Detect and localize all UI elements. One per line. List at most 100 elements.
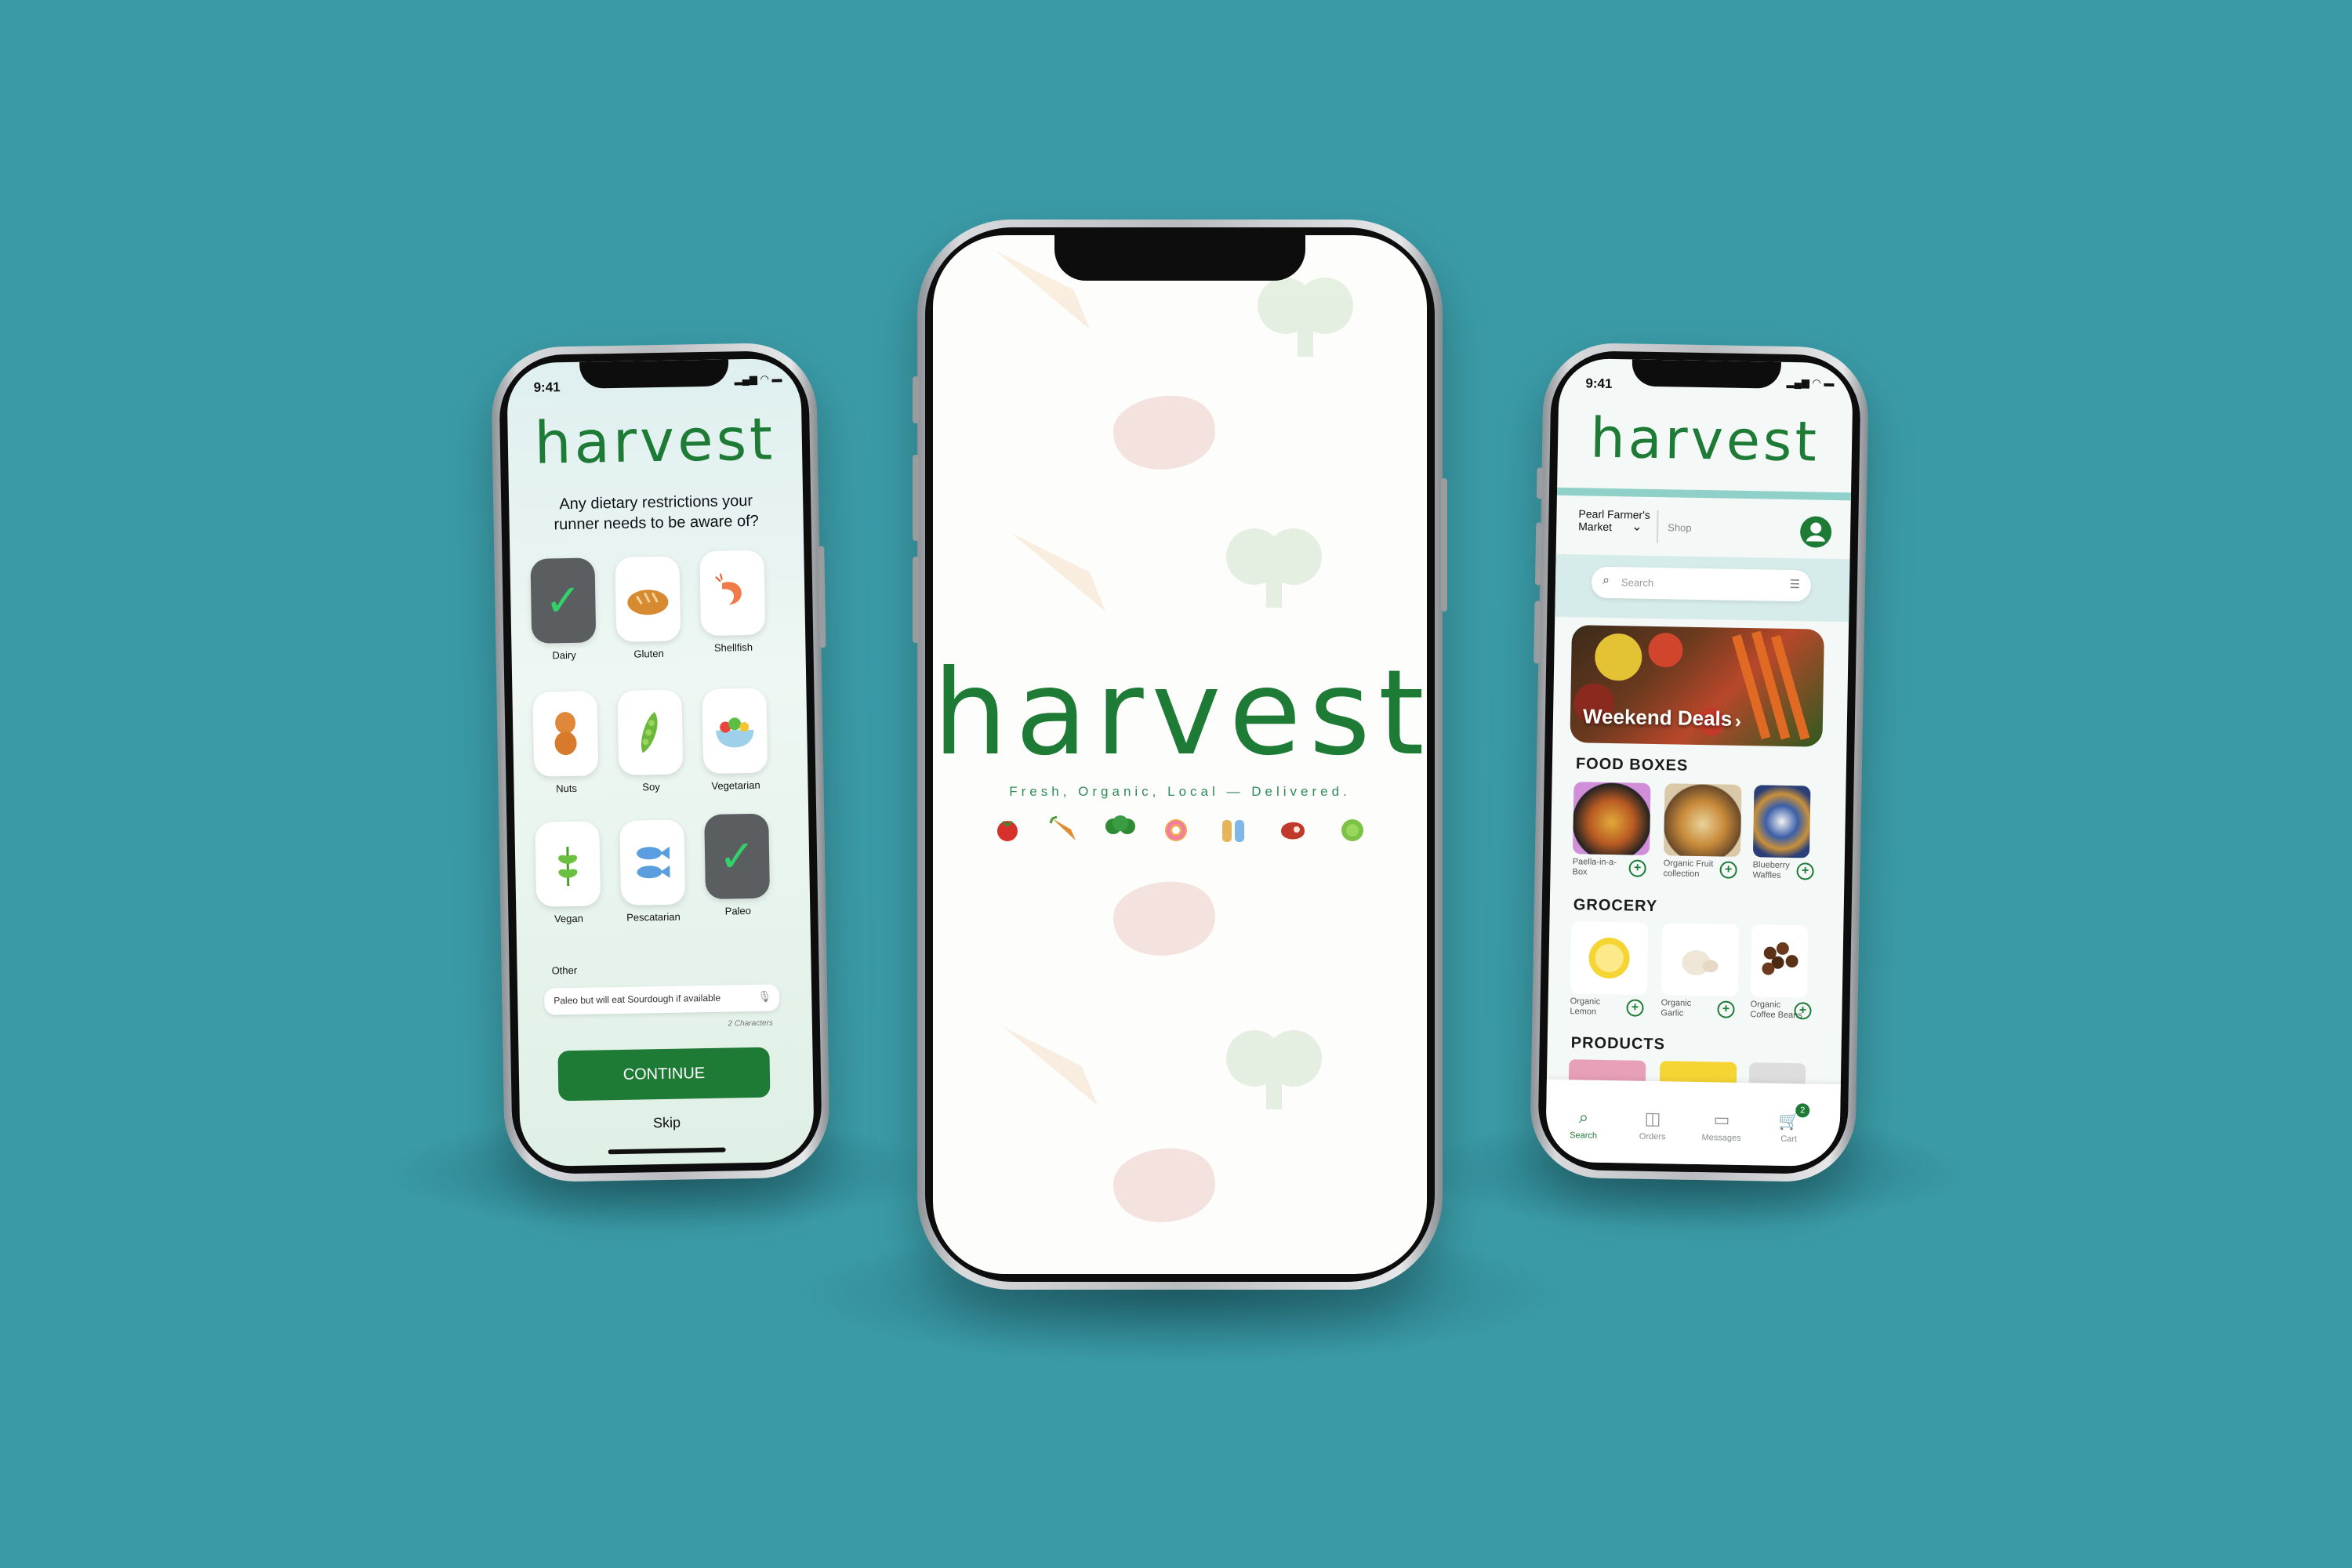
divider bbox=[1656, 510, 1659, 544]
option-label: Pescatarian bbox=[626, 910, 681, 924]
cart-icon: 🛒 bbox=[1778, 1110, 1800, 1131]
peanut-icon bbox=[554, 712, 577, 756]
skip-link[interactable]: Skip bbox=[520, 1112, 814, 1134]
banner-title: Weekend Deals bbox=[1582, 704, 1733, 731]
search-placeholder: Search bbox=[1621, 576, 1654, 589]
carrot-icon bbox=[1049, 815, 1076, 840]
status-time: 9:41 bbox=[533, 379, 561, 395]
leaf-icon bbox=[558, 847, 578, 887]
option-vegetarian[interactable]: Vegetarian bbox=[699, 688, 771, 793]
dietary-screen: 9:41 ▂▄▆ ◠ ▬ harvest Any dietary restric… bbox=[506, 358, 815, 1167]
coffee-beans-image bbox=[1750, 924, 1809, 998]
tab-messages[interactable]: ▭ Messages bbox=[1690, 1109, 1754, 1143]
profile-avatar[interactable] bbox=[1799, 516, 1832, 548]
character-count: 2 Characters bbox=[728, 1018, 773, 1029]
other-input[interactable]: Paleo but will eat Sourdough if availabl… bbox=[544, 984, 780, 1015]
tab-label: Messages bbox=[1701, 1133, 1741, 1144]
option-gluten[interactable]: Gluten bbox=[612, 556, 684, 660]
steak-icon bbox=[1113, 881, 1215, 956]
option-label: Soy bbox=[642, 781, 660, 793]
garlic-image bbox=[1661, 923, 1740, 996]
tab-label: Cart bbox=[1780, 1134, 1798, 1145]
check-icon: ✓ bbox=[544, 575, 583, 626]
steak-icon bbox=[1281, 822, 1305, 840]
chevron-right-icon: › bbox=[1734, 710, 1742, 732]
product-card[interactable]: Paella-in-a-Box + bbox=[1572, 782, 1651, 879]
status-icons: ▂▄▆ ◠ ▬ bbox=[1786, 376, 1835, 389]
filter-icon[interactable]: ☰ bbox=[1789, 577, 1800, 591]
check-icon: ✓ bbox=[718, 830, 757, 881]
broccoli-icon bbox=[1105, 815, 1135, 834]
tab-cart[interactable]: 🛒 Cart 2 bbox=[1758, 1103, 1821, 1145]
market-selector[interactable]: Pearl Farmer's Market ⌄ bbox=[1578, 507, 1657, 534]
phone-dietary-restrictions: 9:41 ▂▄▆ ◠ ▬ harvest Any dietary restric… bbox=[490, 342, 831, 1183]
product-card[interactable]: Organic Coffee Beans + bbox=[1750, 924, 1812, 1021]
phone-shop-screen: 9:41 ▂▄▆ ◠ ▬ harvest Pearl Farmer's Mark… bbox=[1529, 342, 1870, 1183]
continue-button[interactable]: CONTINUE bbox=[557, 1047, 771, 1102]
product-card[interactable]: Organic Fruit collection + bbox=[1663, 783, 1742, 880]
chevron-down-icon: ⌄ bbox=[1632, 520, 1642, 534]
option-shellfish[interactable]: Shellfish bbox=[696, 550, 768, 655]
product-card[interactable]: Organic Garlic + bbox=[1661, 923, 1740, 1020]
option-paleo[interactable]: ✓ Paleo bbox=[701, 813, 773, 918]
donut-icon bbox=[1165, 819, 1187, 841]
bag-icon: ◫ bbox=[1644, 1108, 1661, 1129]
option-label: Vegetarian bbox=[711, 779, 760, 792]
broccoli-icon bbox=[1258, 278, 1353, 357]
tab-label: Search bbox=[1570, 1131, 1598, 1141]
grocery-title: GROCERY bbox=[1573, 896, 1658, 916]
product-name: Paella-in-a-Box bbox=[1572, 857, 1617, 877]
shop-screen: 9:41 ▂▄▆ ◠ ▬ harvest Pearl Farmer's Mark… bbox=[1545, 358, 1853, 1167]
add-to-cart-button[interactable]: + bbox=[1796, 862, 1814, 880]
product-card[interactable]: Blueberry Waffles + bbox=[1752, 785, 1814, 881]
carrot-icon bbox=[1011, 533, 1105, 612]
option-pescatarian[interactable]: Pescatarian bbox=[616, 819, 688, 924]
steak-icon bbox=[1113, 1148, 1215, 1222]
add-to-cart-button[interactable]: + bbox=[1794, 1002, 1812, 1020]
shrimp-icon bbox=[715, 573, 742, 605]
product-card[interactable]: Organic Lemon + bbox=[1570, 921, 1649, 1018]
user-icon bbox=[1806, 522, 1825, 542]
tab-search[interactable]: ⌕ Search bbox=[1552, 1107, 1616, 1141]
tab-orders[interactable]: ◫ Orders bbox=[1621, 1108, 1685, 1142]
add-to-cart-button[interactable]: + bbox=[1717, 1000, 1735, 1018]
bottom-tab-bar: ⌕ Search ◫ Orders ▭ Messages 🛒 Cart 2 bbox=[1545, 1079, 1841, 1167]
bread-icon bbox=[627, 590, 669, 615]
splash-screen: harvest Fresh, Organic, Local — Delivere… bbox=[933, 235, 1427, 1274]
option-label: Nuts bbox=[556, 782, 578, 795]
add-to-cart-button[interactable]: + bbox=[1628, 859, 1646, 877]
weekend-deals-banner[interactable]: Weekend Deals › bbox=[1570, 625, 1824, 747]
shop-tab[interactable]: Shop bbox=[1668, 521, 1692, 534]
waffles-image bbox=[1752, 785, 1811, 858]
option-label: Paleo bbox=[724, 905, 752, 917]
other-label: Other bbox=[551, 964, 578, 977]
tab-label: Orders bbox=[1639, 1131, 1666, 1142]
salad-icon bbox=[716, 717, 754, 748]
steak-icon bbox=[1113, 395, 1215, 470]
header-divider bbox=[1556, 487, 1852, 501]
option-soy[interactable]: Soy bbox=[614, 689, 686, 793]
bread-icon bbox=[1222, 820, 1244, 842]
microphone-icon[interactable]: 🎙 bbox=[757, 990, 771, 1004]
products-title: PRODUCTS bbox=[1570, 1034, 1666, 1054]
add-to-cart-button[interactable]: + bbox=[1719, 861, 1737, 879]
option-label: Dairy bbox=[552, 648, 576, 662]
product-name: Organic Lemon bbox=[1570, 996, 1601, 1017]
option-nuts[interactable]: Nuts bbox=[529, 691, 601, 795]
search-input[interactable]: ⌕ Search ☰ bbox=[1591, 566, 1812, 602]
option-label: Vegan bbox=[554, 912, 584, 925]
option-dairy[interactable]: ✓ Dairy bbox=[527, 557, 599, 662]
carrot-icon bbox=[1004, 1027, 1098, 1105]
broccoli-icon bbox=[1226, 528, 1322, 608]
broccoli-icon bbox=[1226, 1030, 1322, 1109]
lemon-image bbox=[1570, 921, 1649, 995]
home-indicator bbox=[608, 1147, 726, 1155]
product-name: Organic Fruit collection bbox=[1663, 858, 1714, 880]
search-icon: ⌕ bbox=[1578, 1107, 1589, 1127]
add-to-cart-button[interactable]: + bbox=[1626, 999, 1644, 1017]
option-vegan[interactable]: Vegan bbox=[532, 821, 604, 925]
chat-icon: ▭ bbox=[1713, 1109, 1730, 1130]
app-logo: harvest bbox=[533, 405, 776, 477]
option-label: Gluten bbox=[633, 647, 664, 660]
splash-tagline: Fresh, Organic, Local — Delivered. bbox=[1009, 784, 1351, 799]
